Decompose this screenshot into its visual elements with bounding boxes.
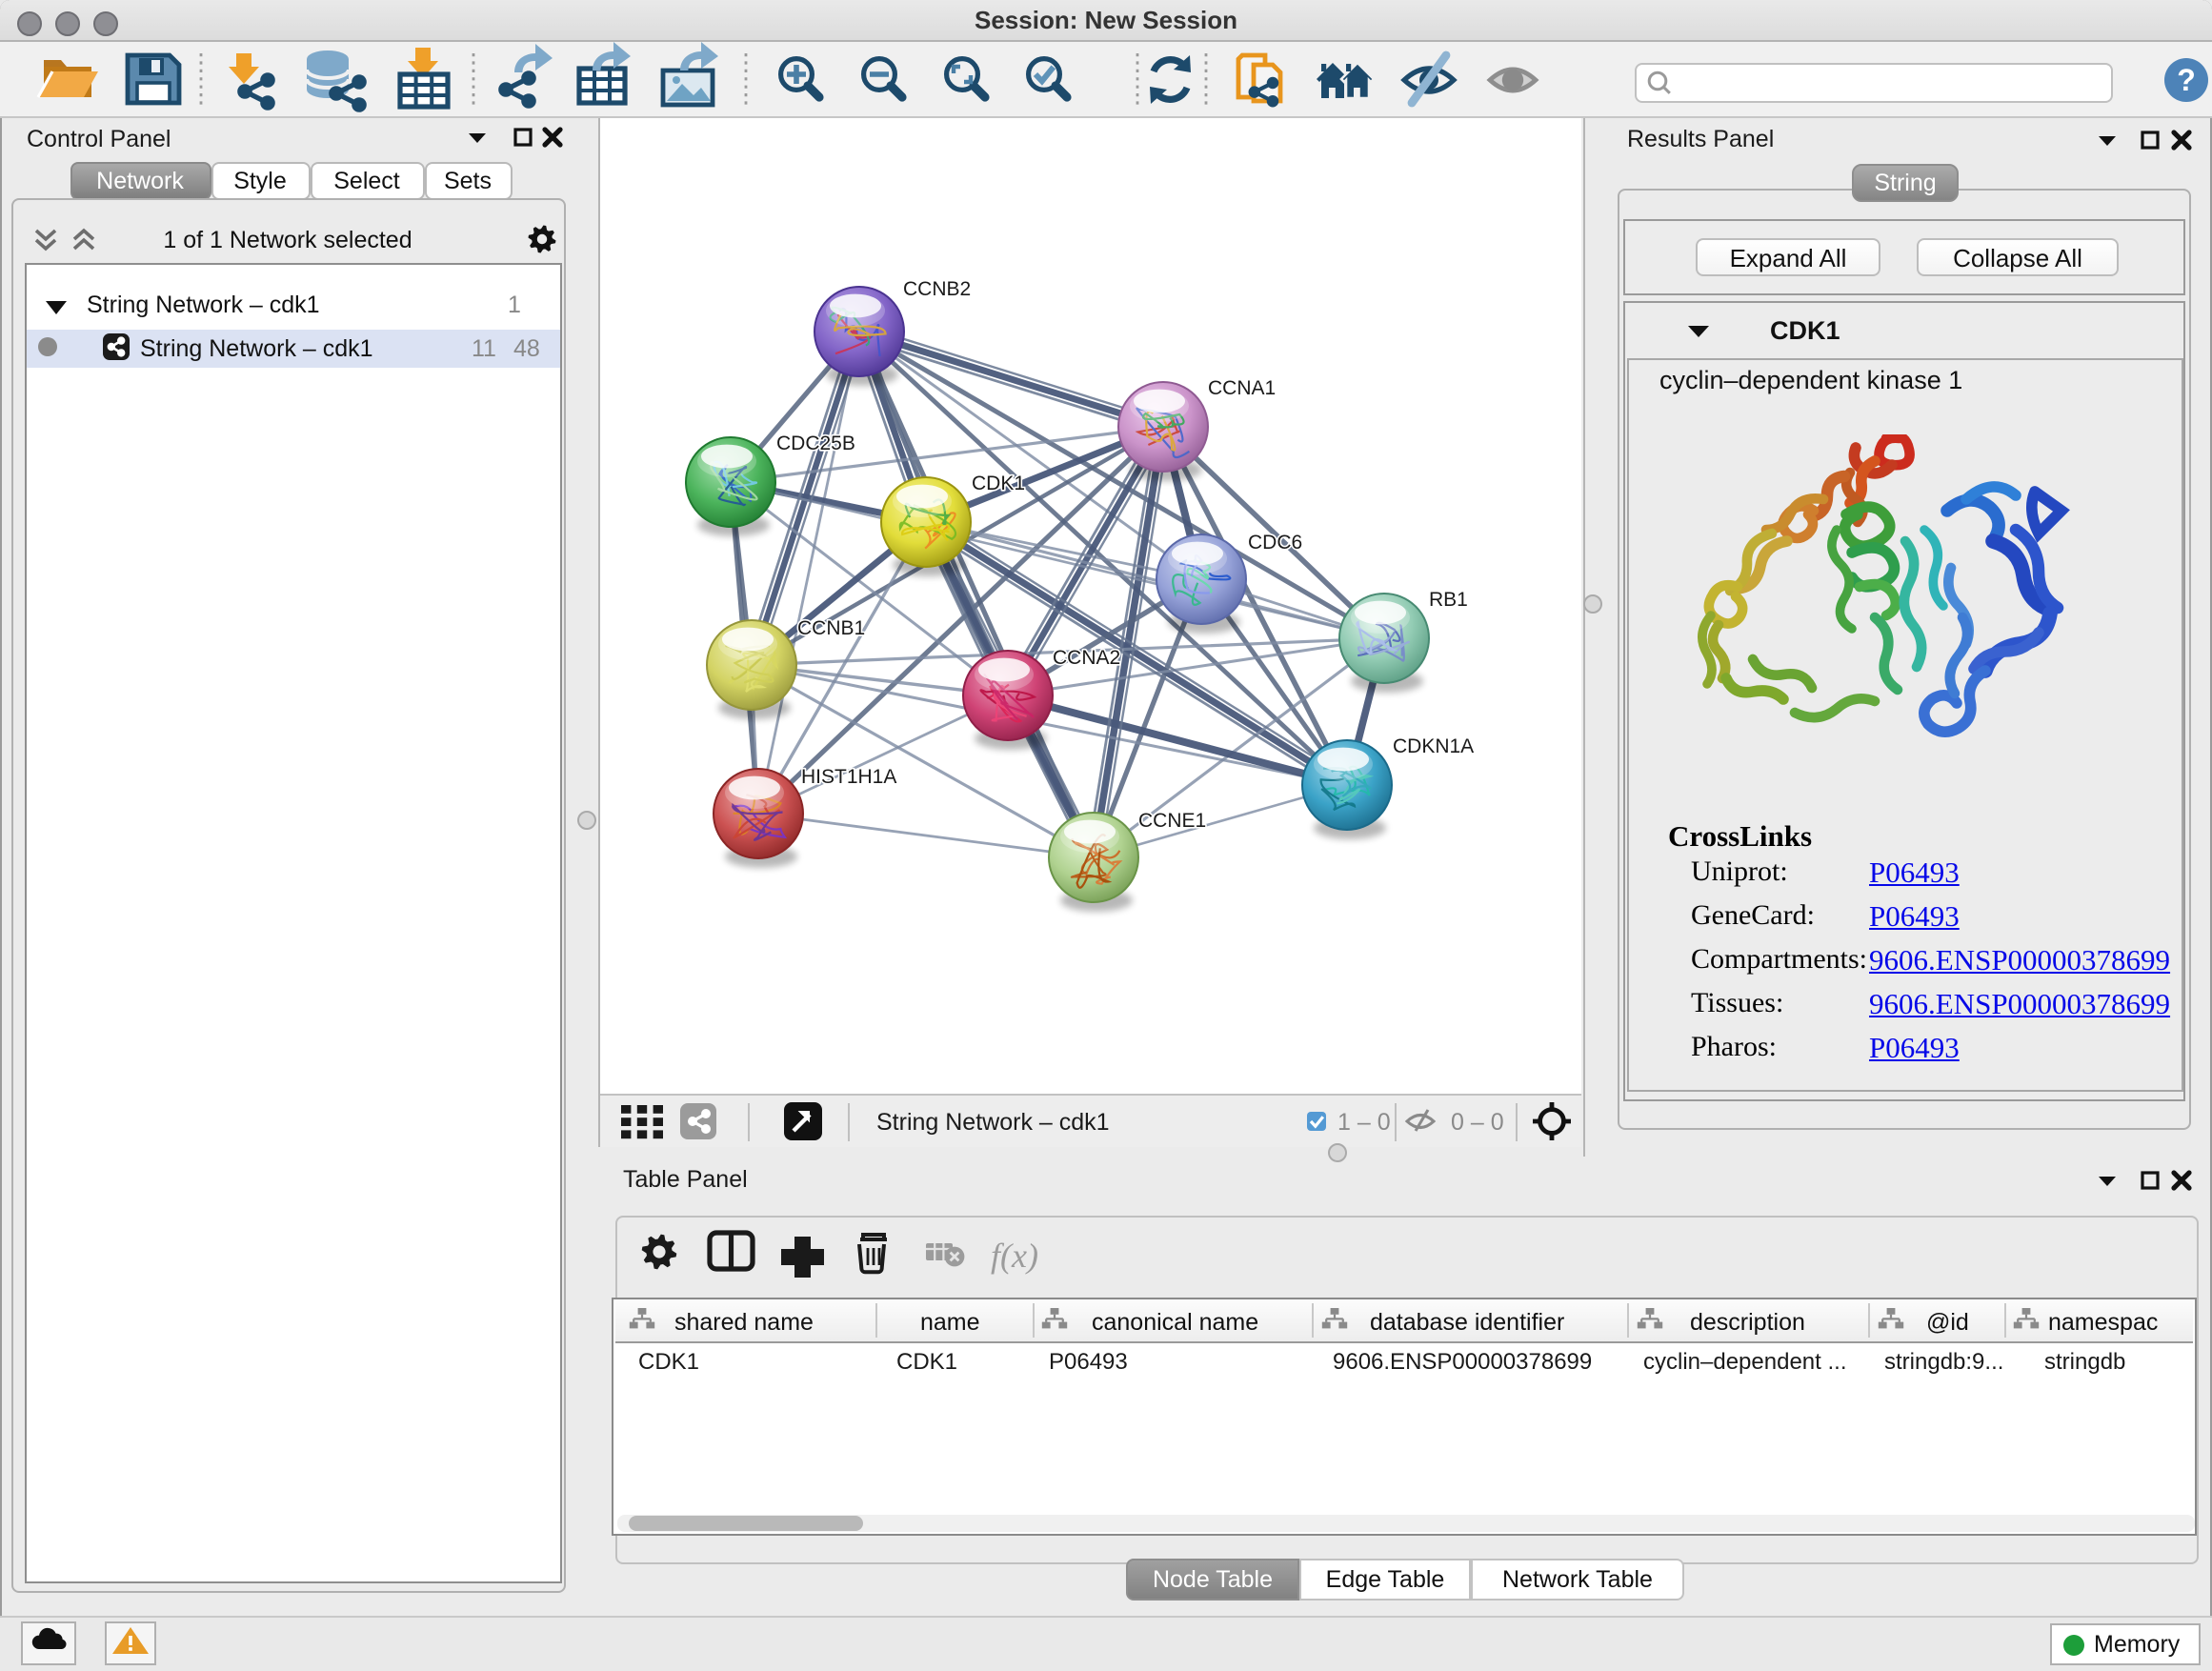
svg-text:CDC25B: CDC25B: [776, 433, 855, 454]
svg-text:9606.ENSP00000378699: 9606.ENSP00000378699: [1333, 1348, 1592, 1374]
svg-text:CDKN1A: CDKN1A: [1393, 735, 1474, 757]
svg-text:shared name: shared name: [674, 1308, 814, 1335]
svg-text:RB1: RB1: [1429, 589, 1468, 611]
svg-text:CCNA2: CCNA2: [1053, 647, 1120, 669]
svg-text:database identifier: database identifier: [1370, 1308, 1564, 1335]
svg-text:P06493: P06493: [1049, 1348, 1128, 1374]
svg-text:CCNE1: CCNE1: [1138, 810, 1206, 832]
svg-text:String Network – cdk1: String Network – cdk1: [876, 1109, 1110, 1136]
svg-text:cyclin–dependent ...: cyclin–dependent ...: [1643, 1348, 1846, 1374]
svg-text:CCNB1: CCNB1: [797, 617, 865, 639]
svg-text:canonical name: canonical name: [1092, 1308, 1258, 1335]
svg-text:CDK1: CDK1: [972, 473, 1025, 494]
svg-text:name: name: [920, 1308, 980, 1335]
svg-text:stringdb:9...: stringdb:9...: [1884, 1348, 2003, 1374]
svg-text:CCNA1: CCNA1: [1208, 377, 1276, 399]
svg-text:f(x): f(x): [991, 1237, 1038, 1275]
svg-text:1 – 0: 1 – 0: [1337, 1109, 1391, 1136]
svg-text:?: ?: [2177, 63, 2196, 97]
svg-text:CDC6: CDC6: [1248, 532, 1302, 554]
svg-text:CCNB2: CCNB2: [903, 278, 971, 300]
svg-text:HIST1H1A: HIST1H1A: [801, 766, 896, 788]
svg-text:CDK1: CDK1: [638, 1348, 699, 1374]
svg-text:0 – 0: 0 – 0: [1451, 1109, 1504, 1136]
svg-text:@id: @id: [1926, 1308, 1969, 1335]
svg-text:stringdb: stringdb: [2044, 1348, 2125, 1374]
svg-text:CDK1: CDK1: [896, 1348, 957, 1374]
svg-text:namespac: namespac: [2048, 1308, 2158, 1335]
svg-text:description: description: [1690, 1308, 1805, 1335]
